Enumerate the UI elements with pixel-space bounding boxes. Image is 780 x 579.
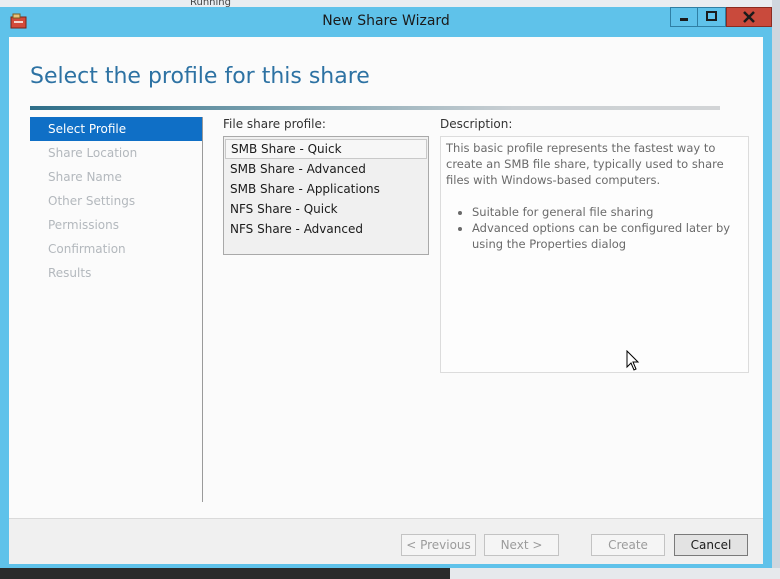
description-bullet: Advanced options can be configured later… (472, 220, 743, 252)
profile-item-nfs-quick[interactable]: NFS Share - Quick (224, 199, 428, 219)
wizard-steps-nav: Select Profile Share Location Share Name… (30, 117, 202, 285)
wizard-window: New Share Wizard Select the profile for … (0, 7, 772, 568)
steps-divider (202, 117, 203, 502)
step-results: Results (48, 266, 92, 280)
profile-item-nfs-advanced[interactable]: NFS Share - Advanced (224, 219, 428, 239)
step-other-settings: Other Settings (48, 194, 136, 208)
profile-item-smb-applications[interactable]: SMB Share - Applications (224, 179, 428, 199)
description-bullet: Suitable for general file sharing (472, 204, 743, 220)
page-title: Select the profile for this share (30, 64, 370, 89)
title-bar[interactable]: New Share Wizard (0, 7, 772, 37)
cancel-button[interactable]: Cancel (674, 534, 748, 556)
mouse-cursor-icon (626, 349, 640, 372)
wizard-client-area: Select the profile for this share Select… (9, 37, 763, 564)
background-right-strip (772, 0, 780, 579)
step-confirmation: Confirmation (48, 242, 126, 256)
close-button[interactable] (726, 7, 772, 27)
description-bullets: Suitable for general file sharing Advanc… (446, 204, 743, 252)
profile-listbox[interactable]: SMB Share - Quick SMB Share - Advanced S… (223, 136, 429, 255)
description-box: This basic profile represents the fastes… (440, 136, 749, 373)
minimize-button[interactable] (670, 7, 698, 27)
create-button[interactable]: Create (591, 534, 665, 556)
background-bottom-strip (0, 568, 780, 579)
previous-button[interactable]: < Previous (401, 534, 476, 556)
profile-list-label: File share profile: (223, 117, 326, 131)
next-button[interactable]: Next > (484, 534, 559, 556)
description-text: This basic profile represents the fastes… (446, 141, 724, 187)
heading-divider (30, 106, 720, 110)
step-share-location: Share Location (48, 146, 138, 160)
wizard-footer: < Previous Next > Create Cancel (9, 518, 763, 564)
window-title: New Share Wizard (322, 13, 450, 29)
step-select-profile[interactable]: Select Profile (30, 117, 202, 141)
close-icon (743, 11, 755, 23)
step-permissions: Permissions (48, 218, 119, 232)
profile-item-smb-advanced[interactable]: SMB Share - Advanced (224, 159, 428, 179)
description-label: Description: (440, 117, 513, 131)
maximize-button[interactable] (698, 7, 726, 27)
step-share-name: Share Name (48, 170, 122, 184)
profile-item-smb-quick[interactable]: SMB Share - Quick (225, 139, 427, 159)
